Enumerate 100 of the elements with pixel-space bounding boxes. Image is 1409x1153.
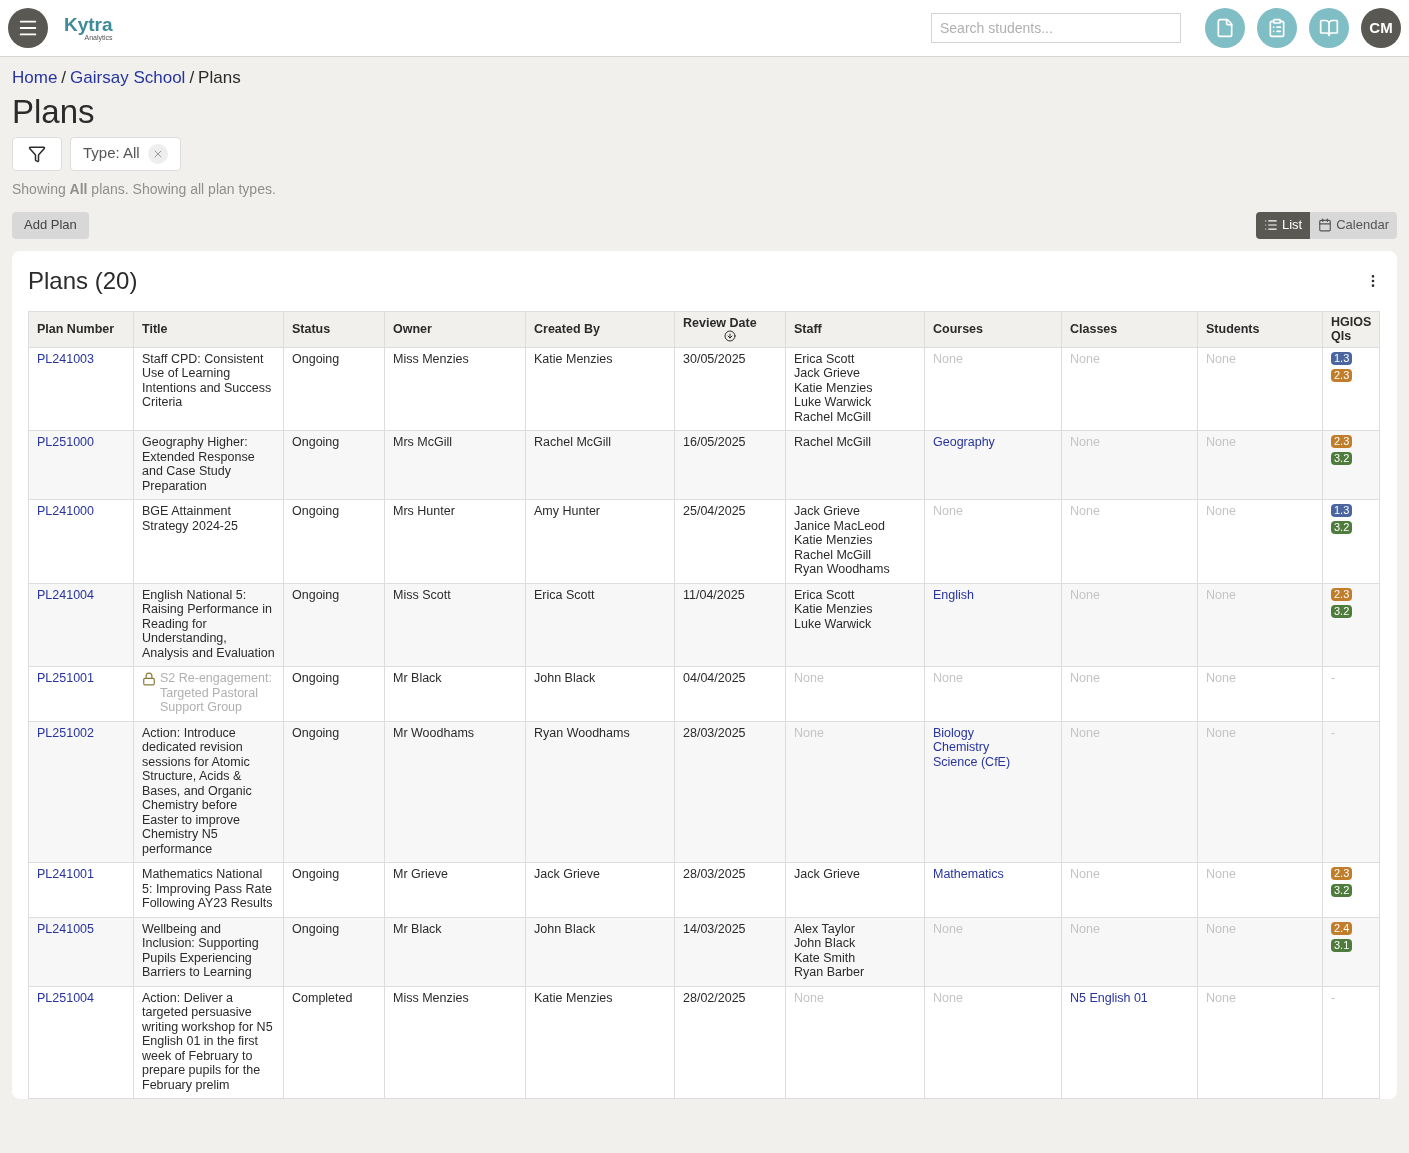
empty-value: None	[1070, 671, 1100, 685]
status-text: Completed	[292, 990, 353, 1005]
creator-name: Erica Scott	[534, 587, 595, 602]
card-title: Plans (20)	[28, 265, 138, 296]
link[interactable]: Chemistry	[933, 740, 990, 755]
menu-button[interactable]	[8, 8, 48, 48]
column-header[interactable]: Title	[133, 311, 284, 347]
plan-link[interactable]: PL251004	[37, 990, 94, 1005]
plan-title: Staff CPD: Consistent Use of Learning Intentions and Success Criteria	[142, 351, 273, 410]
empty-value: -	[1331, 990, 1336, 1005]
column-header[interactable]: Status	[283, 311, 385, 347]
staff-name: Kate Smith	[794, 950, 856, 965]
qi-badge: 2.3	[1331, 435, 1353, 448]
creator-name: Katie Menzies	[534, 351, 613, 366]
column-header[interactable]: Owner	[384, 311, 526, 347]
creator-name: John Black	[534, 921, 596, 936]
filter-button[interactable]	[12, 136, 62, 171]
qi-badge: 1.3	[1331, 504, 1353, 517]
search-field[interactable]: Search students...	[931, 13, 1181, 43]
creator-name: Katie Menzies	[534, 990, 613, 1005]
plan-link[interactable]: PL241000	[37, 504, 94, 518]
status-text: Ongoing	[292, 725, 340, 740]
empty-value: None	[933, 351, 963, 366]
plan-link[interactable]: PL251001	[37, 671, 94, 685]
staff-name: Janice MacLeod	[794, 518, 886, 533]
column-header[interactable]: Courses	[924, 311, 1062, 347]
document-button[interactable]	[1205, 8, 1245, 48]
qi-badge: 1.3	[1331, 351, 1353, 365]
plan-title: Action: Deliver a targeted persuasive writing workshop for N5 English 01 in the first week of February to prepare pupils for the February prelim	[142, 990, 274, 1092]
plan-link[interactable]: PL241005	[37, 921, 94, 936]
view-tab[interactable]: Calendar	[1310, 211, 1397, 239]
link[interactable]: Geography	[933, 435, 995, 450]
plan-link[interactable]: PL241003	[37, 351, 94, 366]
clipboard-button[interactable]	[1257, 8, 1297, 48]
qi-badge: 2.4	[1331, 921, 1353, 935]
staff-name: Jack Grieve	[794, 366, 860, 381]
link[interactable]: Mathematics	[933, 867, 1004, 882]
review-date: 04/04/2025	[683, 671, 746, 685]
column-header[interactable]: Plan Number	[28, 311, 134, 347]
review-date: 28/03/2025	[683, 867, 746, 881]
owner-name: Mr Grieve	[393, 867, 448, 881]
link[interactable]: Science (CfE)	[933, 754, 1011, 769]
plan-link[interactable]: PL251002	[37, 725, 94, 740]
breadcrumb-link[interactable]: Gairsay School	[70, 65, 186, 91]
user-avatar[interactable]: CM	[1361, 8, 1401, 48]
column-header[interactable]: Created By	[525, 311, 675, 347]
empty-value: None	[1070, 504, 1100, 518]
owner-name: Mrs McGill	[393, 435, 452, 449]
empty-value: -	[1331, 671, 1336, 685]
staff-name: Rachel McGill	[794, 435, 872, 450]
qi-badge: 3.2	[1331, 452, 1353, 465]
column-header[interactable]: HGIOS QIs	[1322, 311, 1380, 347]
book-button[interactable]	[1309, 8, 1349, 48]
breadcrumb-current: Plans	[198, 67, 241, 89]
qi-badge: 3.2	[1331, 884, 1353, 897]
empty-value: None	[1206, 504, 1236, 518]
breadcrumb-link[interactable]: Home	[12, 65, 58, 91]
review-date: 11/04/2025	[683, 587, 745, 602]
qi-badge: 3.1	[1331, 938, 1353, 952]
empty-value: None	[794, 671, 824, 685]
link[interactable]: English	[933, 587, 974, 602]
view-tab[interactable]: List	[1256, 211, 1311, 239]
qi-badge: 3.2	[1331, 521, 1353, 534]
link[interactable]: Biology	[933, 725, 974, 740]
filter-label: Type: All	[83, 143, 140, 164]
staff-name: Erica Scott	[794, 587, 855, 602]
calendar-icon	[1318, 218, 1333, 232]
link[interactable]: N5 English 01	[1070, 990, 1148, 1005]
staff-name: Luke Warwick	[794, 616, 872, 631]
remove-filter-button[interactable]	[147, 143, 168, 164]
column-header[interactable]: Students	[1197, 311, 1323, 347]
empty-value: None	[1070, 867, 1100, 881]
column-header[interactable]: Staff	[785, 311, 925, 347]
qi-badge: 2.3	[1331, 587, 1353, 601]
plan-link[interactable]: PL251000	[37, 435, 94, 449]
add-plan-button[interactable]: Add Plan	[12, 211, 89, 239]
plan-link[interactable]: PL241004	[37, 587, 94, 602]
filter-icon	[28, 144, 46, 163]
staff-name: Katie Menzies	[794, 602, 873, 617]
page-title: Plans	[12, 91, 96, 132]
creator-name: Amy Hunter	[534, 504, 600, 518]
column-header[interactable]: Classes	[1061, 311, 1198, 347]
logo-name: Kytra	[64, 15, 113, 34]
review-date: 25/04/2025	[683, 504, 746, 518]
creator-name: Ryan Woodhams	[534, 725, 630, 740]
plan-title: BGE Attainment Strategy 2024-25	[142, 504, 239, 533]
staff-name: Jack Grieve	[794, 867, 860, 882]
plan-link[interactable]: PL241001	[37, 867, 94, 881]
owner-name: Mr Black	[393, 671, 442, 685]
empty-value: None	[794, 990, 824, 1005]
column-header[interactable]: Review Date	[674, 311, 786, 347]
book-icon	[1319, 18, 1339, 38]
plan-title: Geography Higher: Extended Response and Case Study Preparation	[142, 435, 256, 493]
owner-name: Miss Menzies	[393, 990, 469, 1005]
creator-name: Jack Grieve	[534, 867, 600, 881]
status-text: Ongoing	[292, 351, 340, 366]
breadcrumb-separator: /	[189, 67, 195, 89]
staff-name: Jack Grieve	[794, 504, 860, 519]
clipboard-icon	[1267, 18, 1287, 38]
creator-name: John Black	[534, 671, 596, 685]
